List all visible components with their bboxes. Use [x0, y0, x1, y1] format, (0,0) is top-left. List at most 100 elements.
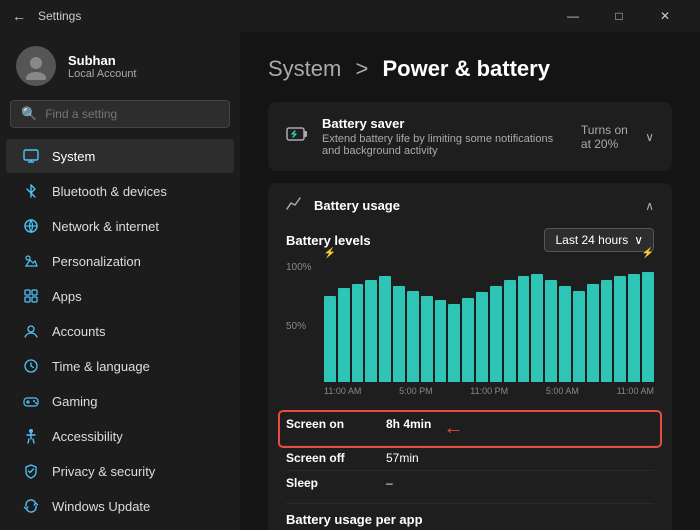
- avatar: [16, 46, 56, 86]
- sidebar-item-gaming[interactable]: Gaming: [6, 384, 234, 418]
- bar-6: [407, 291, 419, 382]
- battery-usage-label: Battery usage: [314, 198, 633, 213]
- battery-levels-header: Battery levels Last 24 hours ∨: [286, 228, 654, 252]
- bar-11: [476, 292, 488, 382]
- chevron-down-icon: ∨: [634, 233, 643, 247]
- maximize-button[interactable]: □: [596, 0, 642, 32]
- bar-15: [531, 274, 543, 382]
- sidebar-item-time[interactable]: Time & language: [6, 349, 234, 383]
- search-box[interactable]: 🔍: [10, 100, 230, 128]
- bar-col-5: [393, 262, 405, 382]
- sidebar-item-privacy[interactable]: Privacy & security: [6, 454, 234, 488]
- main-layout: Subhan Local Account 🔍 SystemBluetooth &…: [0, 32, 700, 530]
- bar-col-9: [448, 262, 460, 382]
- privacy-icon: [22, 462, 40, 480]
- page-header: System > Power & battery: [268, 56, 672, 82]
- stat-value-1: 57min: [386, 451, 419, 465]
- time-selector[interactable]: Last 24 hours ∨: [544, 228, 654, 252]
- chart-y-labels: 100% 50%: [286, 262, 312, 382]
- bar-col-22: [628, 262, 640, 382]
- bar-0: [324, 296, 336, 382]
- sidebar-item-system[interactable]: System: [6, 139, 234, 173]
- bar-col-20: [601, 262, 613, 382]
- bar-12: [490, 286, 502, 382]
- y-label-50: 50%: [286, 321, 312, 332]
- bar-7: [421, 296, 433, 382]
- page-title: Power & battery: [382, 56, 550, 81]
- bar-5: [393, 286, 405, 382]
- bar-3: [365, 280, 377, 382]
- chart-area: ⚡⚡ 11:00 AM 5:00 PM 11:00 PM 5:00 AM 11:…: [324, 262, 654, 402]
- bar-col-1: [338, 262, 350, 382]
- stat-label-1: Screen off: [286, 451, 386, 465]
- stat-row-1: Screen off57min: [286, 446, 654, 471]
- bar-col-23: ⚡: [642, 262, 654, 382]
- stats-grid: Screen on8h 4min←Screen off57minSleep–: [286, 412, 654, 495]
- sidebar-item-network[interactable]: Network & internet: [6, 209, 234, 243]
- battery-saver-row[interactable]: Battery saver Extend battery life by lim…: [268, 102, 672, 171]
- search-input[interactable]: [45, 107, 219, 121]
- sidebar-item-label-accounts: Accounts: [52, 324, 105, 339]
- lightning-icon: ⚡: [324, 248, 336, 259]
- bar-col-8: [435, 262, 447, 382]
- sidebar-item-accessibility[interactable]: Accessibility: [6, 419, 234, 453]
- bar-col-13: [504, 262, 516, 382]
- battery-usage-content: Battery levels Last 24 hours ∨ 100% 50% …: [268, 228, 672, 530]
- y-label-100: 100%: [286, 262, 312, 273]
- bar-col-4: [379, 262, 391, 382]
- sidebar-item-label-time: Time & language: [52, 359, 150, 374]
- minimize-button[interactable]: —: [550, 0, 596, 32]
- stat-value-0: 8h 4min: [386, 417, 431, 440]
- battery-chart: 100% 50% ⚡⚡ 11:00 AM 5:00 PM 11:00 PM 5:…: [286, 262, 654, 402]
- lightning-icon: ⚡: [642, 248, 654, 259]
- sidebar-item-update[interactable]: Windows Update: [6, 489, 234, 523]
- sidebar-item-label-network: Network & internet: [52, 219, 159, 234]
- sidebar: Subhan Local Account 🔍 SystemBluetooth &…: [0, 32, 240, 530]
- red-arrow-icon: ←: [443, 417, 463, 440]
- bar-8: [435, 300, 447, 382]
- breadcrumb-parent[interactable]: System: [268, 56, 341, 81]
- sidebar-item-label-system: System: [52, 149, 95, 164]
- sidebar-item-bluetooth[interactable]: Bluetooth & devices: [6, 174, 234, 208]
- x-label-1: 5:00 PM: [399, 386, 433, 396]
- close-button[interactable]: ✕: [642, 0, 688, 32]
- sidebar-item-label-personalization: Personalization: [52, 254, 141, 269]
- sidebar-item-accounts[interactable]: Accounts: [6, 314, 234, 348]
- accessibility-icon: [22, 427, 40, 445]
- bar-4: [379, 276, 391, 382]
- x-label-0: 11:00 AM: [324, 386, 361, 396]
- back-icon[interactable]: ←: [12, 8, 26, 24]
- titlebar-title: Settings: [38, 9, 81, 23]
- chevron-up-icon: ∧: [645, 199, 654, 213]
- gaming-icon: [22, 392, 40, 410]
- stat-row-0: Screen on8h 4min←: [280, 412, 660, 446]
- nav-list: System Bluetooth & devices Network & inter…: [0, 138, 240, 524]
- sidebar-item-personalization[interactable]: Personalization: [6, 244, 234, 278]
- bar-21: [614, 276, 626, 382]
- x-label-2: 11:00 PM: [470, 386, 508, 396]
- system-icon: [22, 147, 40, 165]
- battery-usage-card: Battery usage ∧ Battery levels Last 24 h…: [268, 183, 672, 530]
- time-icon: [22, 357, 40, 375]
- chart-icon: [286, 195, 302, 216]
- user-name: Subhan: [68, 53, 137, 68]
- bar-col-17: [559, 262, 571, 382]
- update-icon: [22, 497, 40, 515]
- battery-icon: [286, 123, 308, 151]
- battery-levels-label: Battery levels: [286, 233, 371, 248]
- bar-14: [518, 276, 530, 382]
- bar-col-12: [490, 262, 502, 382]
- sidebar-item-apps[interactable]: Apps: [6, 279, 234, 313]
- battery-usage-section-header[interactable]: Battery usage ∧: [268, 183, 672, 228]
- battery-usage-per-app: Battery usage per app: [286, 503, 654, 530]
- sidebar-item-label-update: Windows Update: [52, 499, 150, 514]
- content: System > Power & battery Battery saver E…: [240, 32, 700, 530]
- chevron-down-icon: ∨: [645, 130, 654, 144]
- bar-col-16: [545, 262, 557, 382]
- battery-saver-text: Battery saver Extend battery life by lim…: [322, 116, 567, 157]
- bar-col-6: [407, 262, 419, 382]
- battery-saver-title: Battery saver: [322, 116, 567, 131]
- bar-col-21: [614, 262, 626, 382]
- bar-22: [628, 274, 640, 382]
- stat-row-2: Sleep–: [286, 471, 654, 495]
